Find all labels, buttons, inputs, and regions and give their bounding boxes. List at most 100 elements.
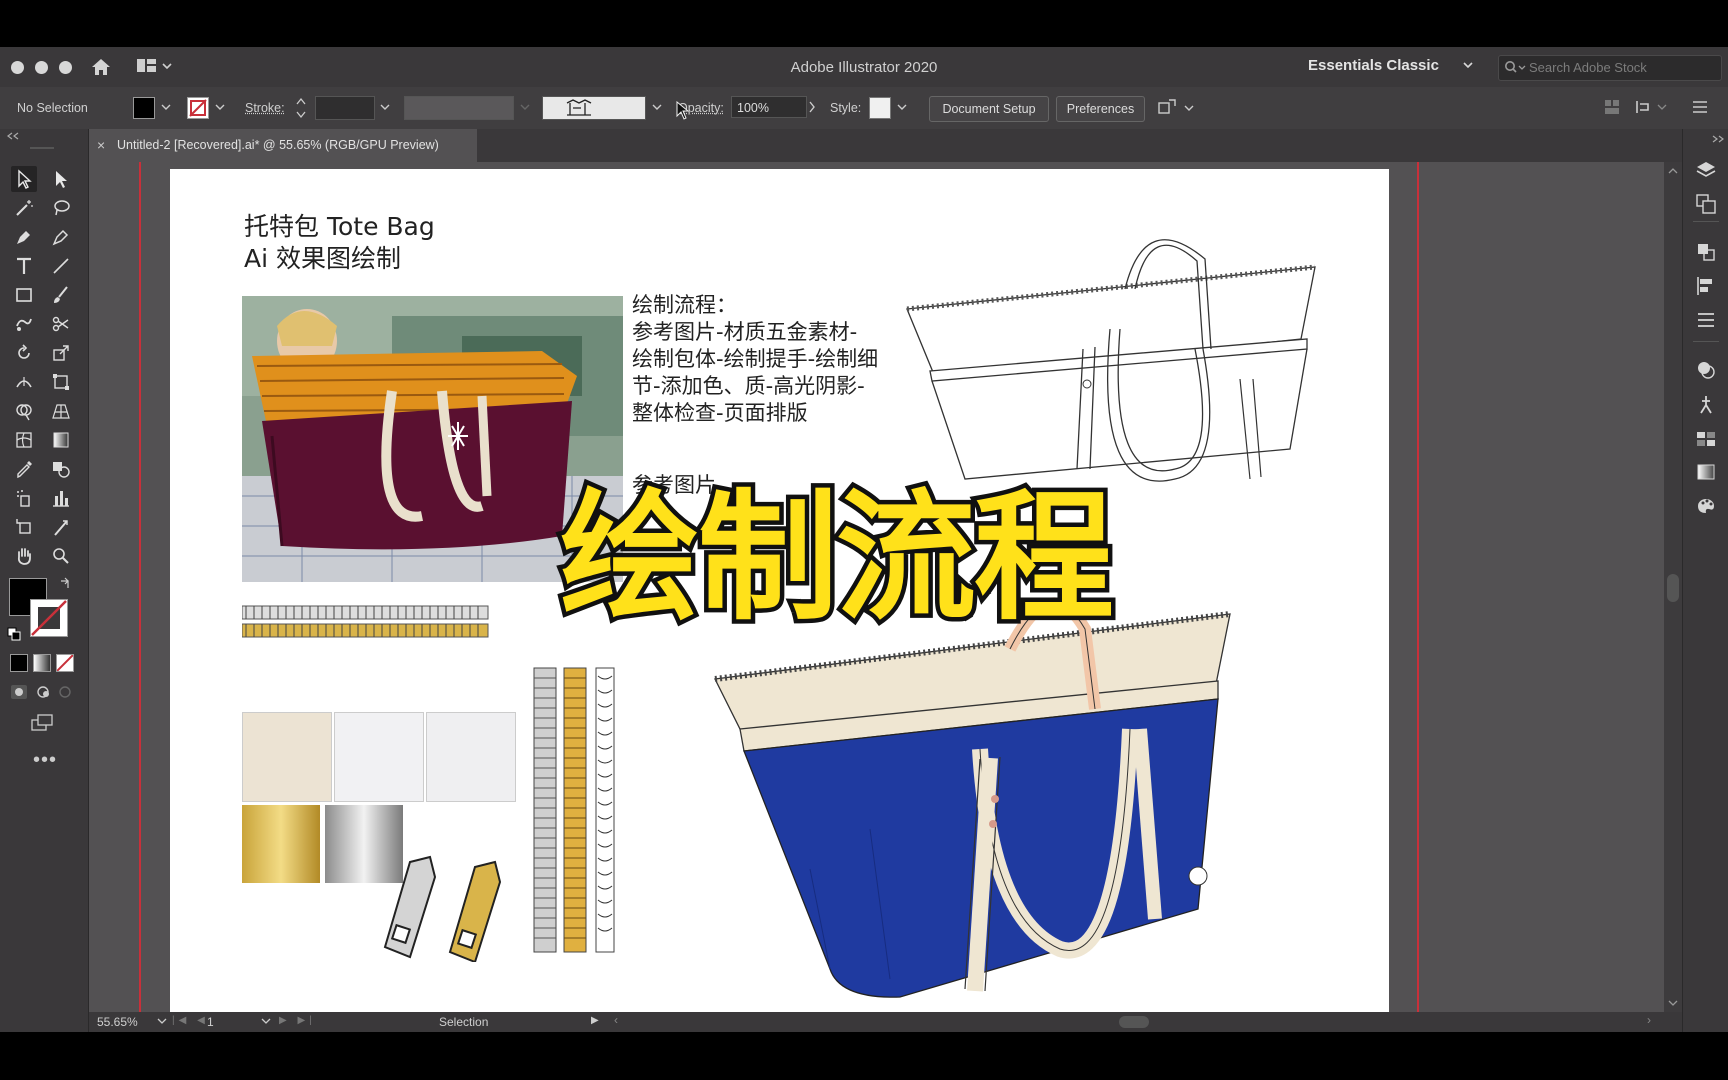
fill-color-swatch[interactable] [133, 97, 155, 119]
workspace-switcher[interactable]: Essentials Classic [1308, 52, 1473, 80]
stroke-weight-stepper-icon[interactable] [296, 96, 306, 125]
scroll-thumb[interactable] [1667, 574, 1679, 602]
none-mode-icon[interactable] [56, 654, 74, 672]
screen-mode-icon[interactable] [30, 713, 56, 738]
stroke-swatch-large[interactable] [30, 599, 68, 637]
brush-chevron-icon[interactable] [652, 99, 662, 120]
perspective-grid-tool-icon[interactable] [48, 398, 74, 424]
process-description: 绘制流程： 参考图片-材质五金素材- 绘制包体-绘制提手-绘制细 节-添加色、质… [632, 292, 878, 427]
layers-panel-icon[interactable] [1695, 159, 1717, 186]
tote-bag-color-rendering [710, 589, 1280, 1014]
opacity-arrow-icon[interactable] [807, 99, 817, 120]
process-line: 整体检查-页面排版 [632, 401, 808, 425]
opacity-field[interactable]: 100% [731, 96, 807, 118]
canvas-fabric-swatch [242, 712, 332, 802]
edit-toolbar-icon[interactable]: ••• [33, 749, 57, 772]
lasso-tool-icon[interactable] [48, 195, 74, 221]
gradient-tool-icon[interactable] [48, 427, 74, 453]
magic-wand-tool-icon[interactable] [11, 195, 37, 221]
slice-tool-icon[interactable] [48, 514, 74, 540]
horizontal-scroll-thumb[interactable] [1119, 1016, 1149, 1028]
variable-width-profile-field[interactable] [404, 96, 514, 120]
document-tab[interactable]: × Untitled-2 [Recovered].ai* @ 55.65% (R… [89, 129, 477, 162]
swatches-panel-icon[interactable] [1695, 427, 1717, 454]
arrange-tools-icon[interactable] [1157, 96, 1197, 125]
selection-tool-icon[interactable] [11, 166, 37, 192]
paintbrush-tool-icon[interactable] [48, 282, 74, 308]
hand-tool-icon[interactable] [11, 543, 37, 569]
artboard-number[interactable]: 1 [207, 1015, 214, 1029]
align-panel-icon[interactable] [1695, 275, 1717, 302]
control-panel-menu-icon[interactable] [1690, 97, 1710, 122]
draw-normal-icon[interactable] [10, 683, 30, 706]
artboard-chevron-icon[interactable] [261, 1014, 271, 1031]
direct-selection-tool-icon[interactable] [48, 166, 74, 192]
brush-definition-field[interactable] [542, 96, 646, 120]
collapse-panel-icon[interactable] [6, 131, 20, 144]
stroke-weight-field[interactable] [315, 96, 375, 120]
mesh-tool-icon[interactable] [11, 427, 37, 453]
heading-line-1: 托特包 Tote Bag [244, 212, 435, 241]
swap-fill-stroke-icon[interactable] [58, 577, 72, 596]
scroll-up-icon[interactable] [1667, 164, 1679, 182]
draw-inside-icon[interactable] [56, 683, 76, 706]
style-label: Style: [830, 101, 862, 115]
process-line: 绘制包体-绘制提手-绘制细 [632, 347, 879, 371]
appearance-panel-icon[interactable] [1695, 359, 1717, 386]
vertical-scrollbar[interactable] [1664, 162, 1682, 1012]
zoom-level[interactable]: 55.65% [97, 1015, 138, 1029]
adobe-stock-search[interactable]: Search Adobe Stock [1498, 55, 1722, 81]
video-overlay-title: 绘制流程 [555, 473, 1118, 645]
scissors-tool-icon[interactable] [48, 311, 74, 337]
shaper-tool-icon[interactable] [11, 311, 37, 337]
scroll-left-icon[interactable]: ‹ [614, 1013, 618, 1027]
properties-panel-icon[interactable] [1695, 309, 1717, 336]
close-tab-icon[interactable]: × [97, 129, 105, 162]
style-chevron-icon[interactable] [897, 99, 907, 120]
stroke-weight-chevron-icon[interactable] [380, 99, 390, 120]
symbol-sprayer-tool-icon[interactable] [11, 485, 37, 511]
shape-builder-tool-icon[interactable] [11, 398, 37, 424]
stroke-color-swatch[interactable] [187, 97, 209, 119]
stroke-label[interactable]: Stroke: [245, 101, 285, 115]
color-panel-icon[interactable] [1695, 495, 1717, 522]
eyedropper-tool-icon[interactable] [11, 456, 37, 482]
collapse-dock-icon[interactable] [1711, 131, 1725, 149]
white-fabric-swatch [334, 712, 424, 802]
type-tool-icon[interactable] [11, 253, 37, 279]
rotate-tool-icon[interactable] [11, 340, 37, 366]
document-setup-button[interactable]: Document Setup [929, 96, 1049, 122]
puppet-warp-panel-icon[interactable] [1695, 393, 1717, 420]
free-transform-tool-icon[interactable] [48, 369, 74, 395]
column-graph-tool-icon[interactable] [48, 485, 74, 511]
search-placeholder: Search Adobe Stock [1529, 60, 1647, 75]
curvature-tool-icon[interactable] [48, 224, 74, 250]
first-previous-artboard-icon[interactable]: |◀ ◀ [172, 1015, 209, 1026]
gradient-mode-icon[interactable] [33, 654, 51, 672]
artboards-panel-icon[interactable] [1695, 193, 1717, 220]
draw-behind-icon[interactable] [34, 683, 54, 706]
mouse-cursor-icon [676, 100, 690, 126]
color-mode-icon[interactable] [10, 654, 28, 672]
zoom-tool-icon[interactable] [48, 543, 74, 569]
artboard-tool-icon[interactable] [11, 514, 37, 540]
default-fill-stroke-icon[interactable] [7, 627, 21, 646]
graphic-style-swatch[interactable] [869, 97, 891, 119]
width-tool-icon[interactable] [11, 369, 37, 395]
preferences-button[interactable]: Preferences [1056, 96, 1145, 122]
scale-tool-icon[interactable] [48, 340, 74, 366]
next-last-artboard-icon[interactable]: ▶ ▶| [279, 1015, 316, 1026]
rectangle-tool-icon[interactable] [11, 282, 37, 308]
blend-tool-icon[interactable] [48, 456, 74, 482]
stroke-dropdown-chevron-icon[interactable] [215, 99, 225, 120]
fill-dropdown-chevron-icon[interactable] [161, 99, 171, 120]
line-segment-tool-icon[interactable] [48, 253, 74, 279]
transform-panel-icon[interactable] [1695, 241, 1717, 268]
status-menu-arrow-icon[interactable]: ▶ [591, 1015, 599, 1026]
zoom-chevron-icon[interactable] [157, 1014, 167, 1031]
pen-tool-icon[interactable] [11, 224, 37, 250]
gradient-panel-icon[interactable] [1695, 461, 1717, 488]
scroll-right-icon[interactable]: › [1647, 1013, 1651, 1027]
transform-options-icon[interactable] [1634, 97, 1670, 122]
align-options-icon[interactable] [1602, 97, 1622, 122]
